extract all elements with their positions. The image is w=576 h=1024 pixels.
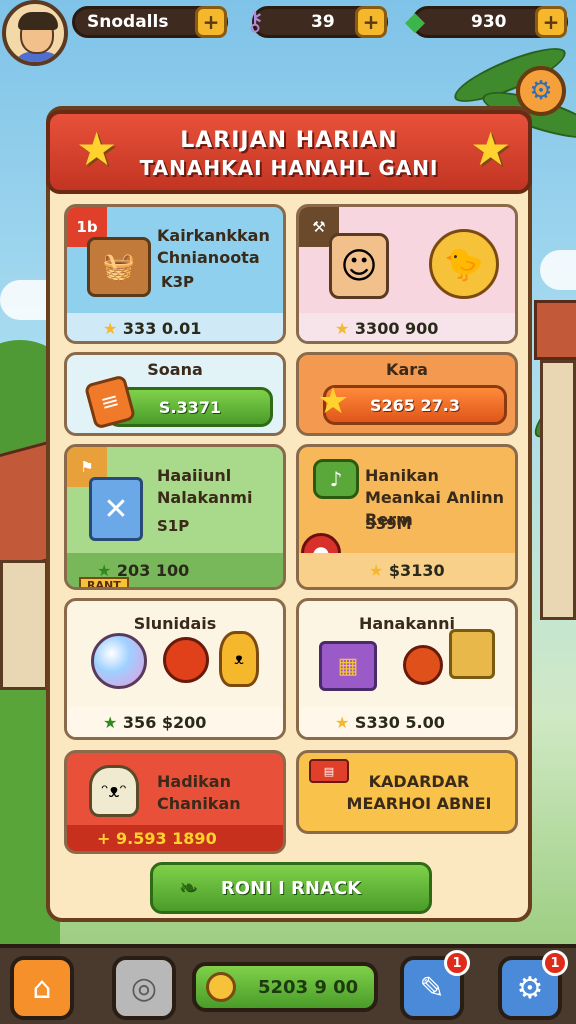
add-keys-button[interactable]: +: [355, 6, 387, 38]
bottom-nav: ⌂ ◎ 5203 9 00 ✎ 1 ⚙ 1: [0, 944, 576, 1024]
card-label: Soana: [147, 360, 203, 379]
chick-icon: 🐤: [429, 229, 499, 299]
card-title: Slunidais: [133, 614, 217, 633]
bear-icon: ᴥ: [219, 631, 259, 687]
card-slunidais[interactable]: Slunidais ᴥ ★ 356 $200: [64, 598, 286, 740]
ghost-icon: ᵔᴥᵔ: [89, 765, 139, 817]
crate-icon: [449, 629, 495, 679]
player-name-pill: Snodalls +: [72, 6, 228, 38]
card-tag: RANT: [79, 577, 129, 587]
card-sub: K3P: [161, 273, 195, 291]
currency-value: 5203 9 00: [258, 976, 359, 998]
card-foot: ★ 3300 900: [299, 313, 515, 341]
tools-icon: ⚙: [516, 970, 544, 1006]
star-icon: ★: [335, 713, 350, 732]
card-basket[interactable]: 1b 🧺 Kairkankkan Chnianoota K3P ★ 333 0.…: [64, 204, 286, 344]
star-icon: ★: [103, 319, 118, 338]
character-portrait-icon: ☺: [329, 233, 389, 299]
player-name: Snodalls: [87, 12, 169, 32]
card-kara[interactable]: Kara S265 27.3 ★: [296, 352, 518, 436]
panel-title: LARIJAN HARIAN: [180, 128, 398, 153]
coin-icon: [206, 972, 236, 1002]
top-bar: Snodalls + ⚷ 39 + ◆ 930 +: [0, 0, 576, 66]
tools-button[interactable]: ⚙ 1: [498, 950, 568, 1020]
add-gems-button[interactable]: +: [535, 6, 567, 38]
star-icon: ★: [103, 713, 118, 732]
card-kadardar[interactable]: ▤ KADARDAR MEARHOI ABNEI: [296, 750, 518, 834]
quill-icon: ✎: [419, 970, 445, 1006]
main-action-button[interactable]: ❧ RONI I RNACK: [150, 862, 432, 914]
map-icon: ✕: [89, 477, 143, 541]
card-soana[interactable]: Soana S.3371 ≡: [64, 352, 286, 436]
panel-header: ★ LARIJAN HARIAN TANAHKAI HANAHL GANI ★: [46, 110, 532, 194]
gear-icon: ⚙: [529, 76, 553, 106]
card-hanakanni[interactable]: Hanakanni ▦ ★ S330 5.00: [296, 598, 518, 740]
card-foot: ★ $3130: [299, 553, 515, 587]
leaf-icon: ❧: [179, 875, 198, 901]
plus-icon: +: [97, 829, 111, 848]
player-avatar[interactable]: [2, 0, 68, 66]
orb-icon: [91, 633, 147, 689]
star-icon: ★: [335, 319, 350, 338]
basket-icon: 🧺: [87, 237, 151, 297]
card-foot: ★ S330 5.00: [299, 707, 515, 737]
card-hadikan[interactable]: ᵔᴥᵔ Hadikan Chanikan + 9.593 1890: [64, 750, 286, 854]
card-title: Kairkankkan Chnianoota: [157, 226, 270, 267]
home-button[interactable]: ⌂: [10, 956, 74, 1020]
card-character[interactable]: ⚒ ☺ 🐤 ★ 3300 900: [296, 204, 518, 344]
tomato-icon: [403, 645, 443, 685]
card-scroll[interactable]: ⚑ ✕ Haaiiunl Nalakanmi S1P ★ 203 100 RAN…: [64, 444, 286, 590]
card-foot: + 9.593 1890: [67, 825, 283, 851]
card-title: Hadikan Chanikan: [157, 772, 241, 813]
card-foot: ★ 333 0.01: [67, 313, 283, 341]
add-name-button[interactable]: +: [195, 6, 227, 38]
notification-badge: 1: [542, 950, 568, 976]
card-foot: ★ 356 $200: [67, 707, 283, 737]
currency-display[interactable]: 5203 9 00: [192, 962, 378, 1012]
card-horn[interactable]: ♪ ● Hanikan Meankai Anlinn Rerm S39M ★ $…: [296, 444, 518, 590]
tomato-icon: [163, 637, 209, 683]
gem-icon: ◆: [405, 7, 425, 37]
panel-subtitle: TANAHKAI HANAHL GANI: [139, 156, 439, 180]
card-title: KADARDAR MEARHOI ABNEI: [346, 772, 492, 813]
card-title: Haaiiunl Nalakanmi: [157, 466, 253, 507]
notification-badge: 1: [444, 950, 470, 976]
star-icon-right: ★: [470, 122, 512, 176]
resource-keys: ⚷ 39 +: [245, 6, 388, 38]
puzzle-box-icon: ▦: [319, 641, 377, 691]
vault-button[interactable]: ◎: [112, 956, 176, 1020]
horn-icon: ♪: [313, 459, 359, 499]
star-icon: ★: [369, 561, 384, 580]
card-sub: S1P: [157, 517, 190, 535]
vault-icon: ◎: [130, 970, 158, 1006]
card-sub: S39M: [365, 515, 412, 533]
card-label: Kara: [386, 360, 428, 379]
home-icon: ⌂: [32, 970, 52, 1006]
key-icon: ⚷: [245, 7, 265, 37]
star-icon: ★: [316, 380, 350, 422]
resource-gems: ◆ 930 +: [405, 6, 568, 38]
quill-button[interactable]: ✎ 1: [400, 950, 470, 1020]
daily-panel: ★ LARIJAN HARIAN TANAHKAI HANAHL GANI ★ …: [46, 106, 532, 922]
